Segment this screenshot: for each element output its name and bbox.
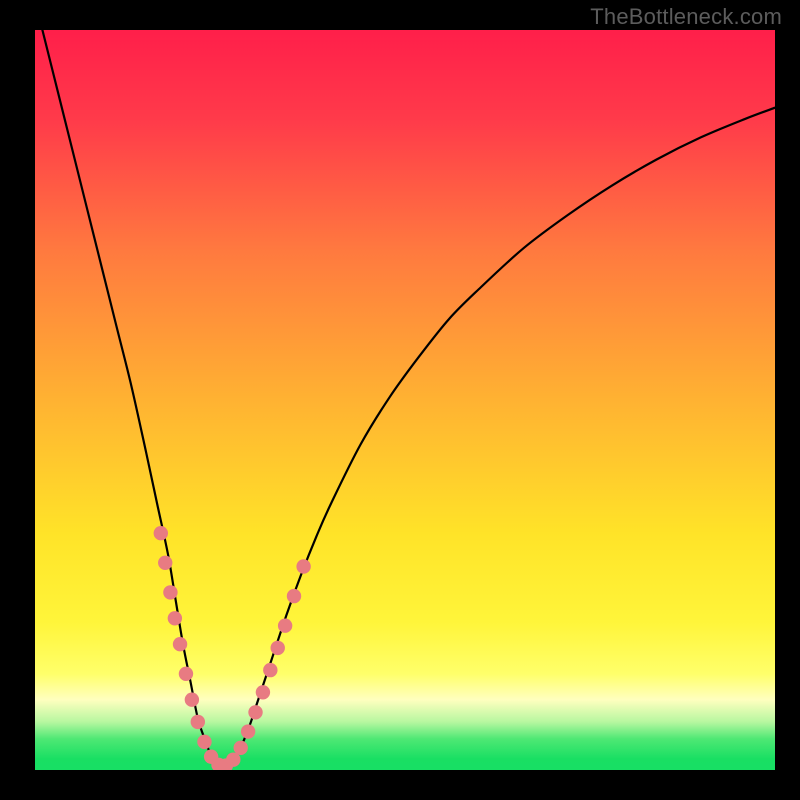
marker-dot bbox=[296, 559, 310, 573]
marker-dot bbox=[287, 589, 301, 603]
marker-dot bbox=[241, 724, 255, 738]
marker-dot bbox=[168, 611, 182, 625]
plot-area bbox=[35, 30, 775, 770]
marker-dot bbox=[256, 685, 270, 699]
marker-dot bbox=[163, 585, 177, 599]
marker-dot bbox=[179, 667, 193, 681]
outer-frame: TheBottleneck.com bbox=[0, 0, 800, 800]
marker-dot bbox=[234, 741, 248, 755]
marker-dot bbox=[263, 663, 277, 677]
marker-dot bbox=[173, 637, 187, 651]
marker-dot bbox=[248, 705, 262, 719]
marker-dot bbox=[271, 641, 285, 655]
marker-dot bbox=[185, 693, 199, 707]
plot-svg bbox=[35, 30, 775, 770]
marker-dot bbox=[158, 556, 172, 570]
watermark-text: TheBottleneck.com bbox=[590, 4, 782, 30]
marker-dot bbox=[154, 526, 168, 540]
marker-dot bbox=[197, 735, 211, 749]
gradient-background bbox=[35, 30, 775, 770]
marker-dot bbox=[278, 619, 292, 633]
marker-dot bbox=[191, 715, 205, 729]
